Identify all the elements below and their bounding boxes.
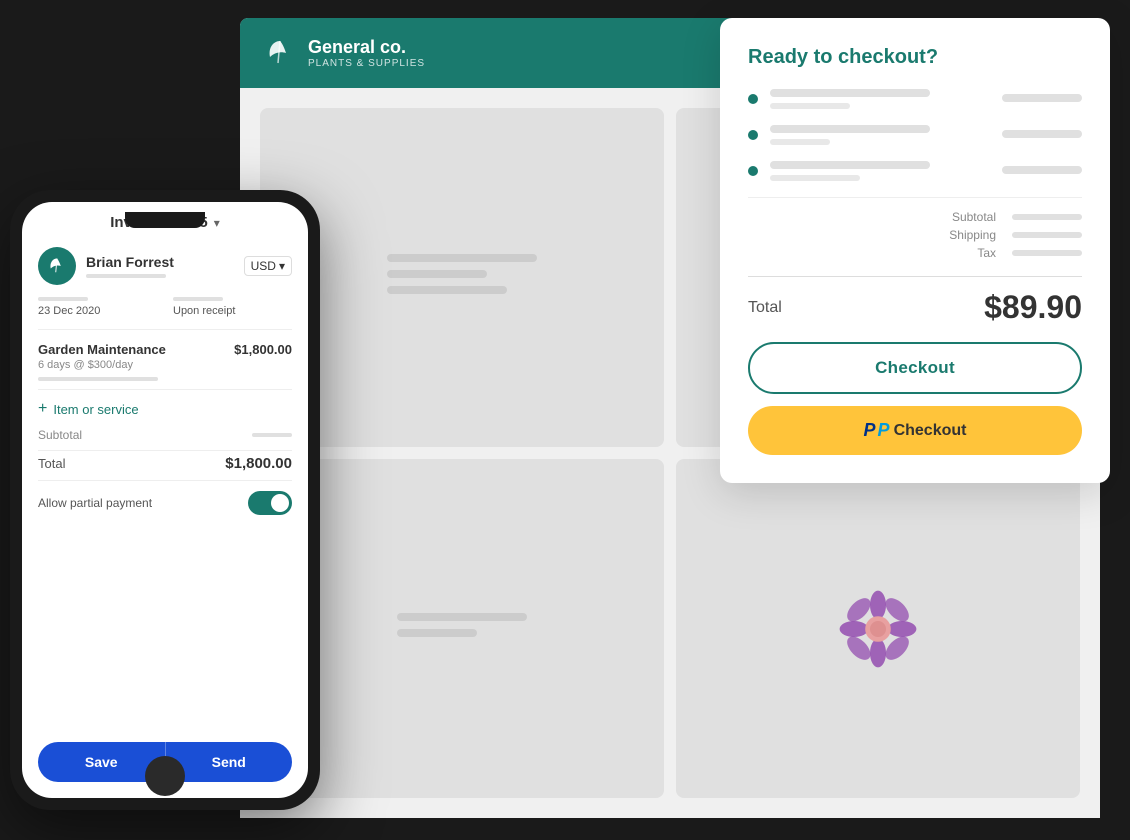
total-row: Total $1,800.00	[38, 450, 292, 472]
checkout-item-content-1	[770, 89, 990, 109]
checkout-item-3	[748, 161, 1082, 181]
client-name: Brian Forrest	[86, 254, 174, 270]
plus-icon: +	[38, 400, 47, 418]
checkout-dot-2	[748, 130, 758, 140]
home-button[interactable]	[145, 756, 185, 796]
subtotal-summary-bar	[1012, 214, 1082, 220]
paypal-logo: PP	[864, 420, 890, 441]
pbar-5	[397, 629, 477, 637]
checkout-total-amount: $89.90	[984, 289, 1082, 326]
item-progress-bar	[38, 377, 158, 381]
phone-device: Invoice #0015 ▾ Brian Forrest	[10, 190, 320, 810]
partial-payment-row: Allow partial payment	[38, 480, 292, 525]
pbar-1	[387, 254, 537, 262]
client-bar	[86, 274, 166, 278]
shipping-summary-bar	[1012, 232, 1082, 238]
invoice-content: Invoice #0015 ▾ Brian Forrest	[22, 202, 308, 732]
shipping-summary-label: Shipping	[949, 228, 996, 242]
date-item: 23 Dec 2020	[38, 297, 157, 317]
subtotal-label: Subtotal	[38, 428, 82, 442]
avatar-leaf-icon	[47, 256, 67, 276]
item-bar-sub-1	[770, 103, 850, 109]
checkout-button[interactable]: Checkout	[748, 342, 1082, 394]
company-name: General co.	[308, 37, 425, 58]
add-item-row[interactable]: + Item or service	[38, 400, 292, 418]
shipping-summary-row: Shipping	[748, 228, 1082, 242]
tax-summary-label: Tax	[977, 246, 996, 260]
due-item: Upon receipt	[173, 297, 292, 317]
total-amount: $1,800.00	[225, 455, 292, 472]
client-details: Brian Forrest	[86, 254, 174, 278]
currency-text: USD	[251, 259, 276, 273]
client-info: Brian Forrest	[38, 247, 174, 285]
phone-notch	[125, 212, 205, 228]
pbar-4	[397, 613, 527, 621]
item-bar-sub-2	[770, 139, 830, 145]
paypal-checkout-button[interactable]: PP Checkout	[748, 406, 1082, 455]
tax-summary-bar	[1012, 250, 1082, 256]
company-info: General co. PLANTS & SUPPLIES	[308, 37, 425, 69]
item-bar-right-2	[1002, 130, 1082, 138]
add-item-label: Item or service	[53, 402, 138, 417]
invoice-date: 23 Dec 2020	[38, 305, 157, 317]
subtotal-summary-label: Subtotal	[952, 210, 996, 224]
item-bar-main-1	[770, 89, 930, 97]
phone-screen: Invoice #0015 ▾ Brian Forrest	[22, 202, 308, 798]
logo-icon	[264, 37, 296, 69]
client-row: Brian Forrest USD ▾	[38, 247, 292, 285]
date-label-bar	[38, 297, 88, 301]
due-date: Upon receipt	[173, 305, 292, 317]
item-bar-sub-3	[770, 175, 860, 181]
checkout-total-label: Total	[748, 299, 782, 317]
item-name: Garden Maintenance	[38, 342, 166, 357]
item-bar-main-2	[770, 125, 930, 133]
pbar-3	[387, 286, 507, 294]
line-item-header: Garden Maintenance $1,800.00	[38, 342, 292, 357]
avatar	[38, 247, 76, 285]
checkout-total-section: Total $89.90	[748, 276, 1082, 326]
checkout-item-1	[748, 89, 1082, 109]
currency-selector[interactable]: USD ▾	[244, 256, 292, 276]
chevron-down-icon: ▾	[214, 216, 220, 230]
item-description: 6 days @ $300/day	[38, 359, 292, 371]
pbar-2	[387, 270, 487, 278]
grid-cell-flower	[676, 459, 1080, 798]
checkout-item-2	[748, 125, 1082, 145]
checkout-item-content-3	[770, 161, 990, 181]
checkout-modal: Ready to checkout? Subtotal Shipp	[720, 18, 1110, 483]
subtotal-bar	[252, 433, 292, 437]
item-bar-right-3	[1002, 166, 1082, 174]
partial-payment-toggle[interactable]	[248, 491, 292, 515]
divider	[38, 389, 292, 390]
checkout-dot-1	[748, 94, 758, 104]
item-amount: $1,800.00	[234, 342, 292, 357]
currency-chevron-icon: ▾	[279, 259, 285, 273]
paypal-icon-p2: P	[878, 420, 890, 441]
grid-cell-3	[260, 459, 664, 798]
subtotal-row: Subtotal	[38, 428, 292, 442]
item-bar-main-3	[770, 161, 930, 169]
tax-summary-row: Tax	[748, 246, 1082, 260]
date-row: 23 Dec 2020 Upon receipt	[38, 297, 292, 330]
flower-icon	[838, 589, 918, 669]
subtotal-summary-row: Subtotal	[748, 210, 1082, 224]
checkout-item-content-2	[770, 125, 990, 145]
grid-cell-1	[260, 108, 664, 447]
partial-payment-label: Allow partial payment	[38, 496, 152, 510]
company-tagline: PLANTS & SUPPLIES	[308, 58, 425, 69]
toggle-thumb	[271, 494, 289, 512]
paypal-icon-p1: P	[864, 420, 876, 441]
modal-title: Ready to checkout?	[748, 46, 1082, 69]
total-label: Total	[38, 456, 65, 471]
paypal-checkout-text: Checkout	[894, 422, 967, 440]
placeholder-text-3	[377, 593, 547, 665]
due-label-bar	[173, 297, 223, 301]
item-bar-right-1	[1002, 94, 1082, 102]
placeholder-text-1	[367, 234, 557, 322]
checkout-dot-3	[748, 166, 758, 176]
checkout-summary: Subtotal Shipping Tax	[748, 197, 1082, 260]
line-item: Garden Maintenance $1,800.00 6 days @ $3…	[38, 342, 292, 381]
